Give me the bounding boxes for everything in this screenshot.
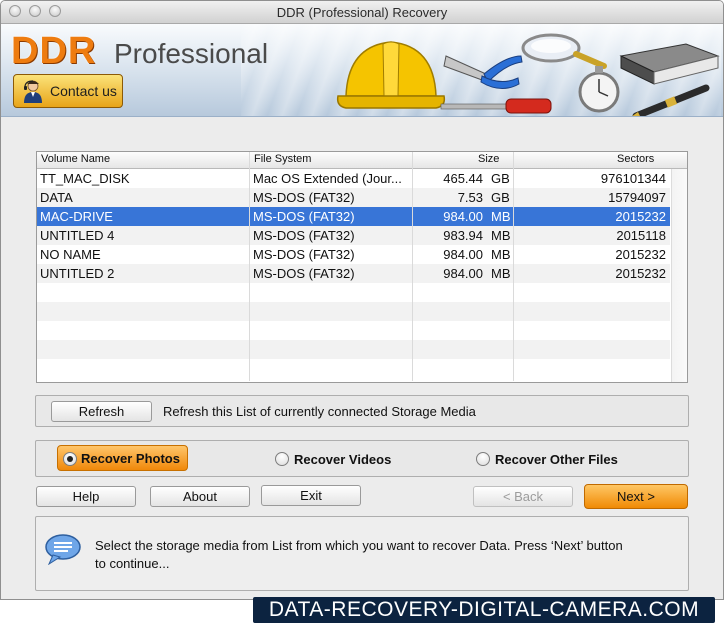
- cell-sectors: 976101344: [600, 171, 666, 186]
- option-recover-videos[interactable]: Recover Videos: [274, 451, 404, 469]
- screwdriver-icon: [440, 98, 552, 114]
- speech-bubble-icon: [44, 533, 82, 566]
- cell-size: 984.00: [443, 266, 483, 281]
- cell-sectors: 2015232: [615, 209, 666, 224]
- brand-logo: DDR: [11, 30, 97, 72]
- table-header: Volume Name File System Size Sectors: [37, 152, 687, 169]
- cell-sectors: 2015232: [615, 247, 666, 262]
- radio-recover-photos[interactable]: [63, 452, 77, 466]
- contact-us-button[interactable]: Contact us: [13, 74, 123, 108]
- cell-size: 984.00: [443, 209, 483, 224]
- radio-recover-videos[interactable]: [275, 452, 289, 466]
- recover-photos-label: Recover Photos: [81, 451, 180, 466]
- cell-sectors: 15794097: [608, 190, 666, 205]
- empty-row: [37, 283, 670, 302]
- support-person-icon: [22, 79, 44, 103]
- table-scrollbar[interactable]: [671, 169, 687, 382]
- empty-row: [37, 340, 670, 359]
- title-bar: DDR (Professional) Recovery: [1, 1, 723, 24]
- fountain-pen-icon: [632, 84, 710, 116]
- cell-volume-name: NO NAME: [40, 247, 101, 262]
- radio-recover-other-files[interactable]: [476, 452, 490, 466]
- contact-us-label: Contact us: [50, 83, 117, 99]
- cell-file-system: Mac OS Extended (Jour...: [253, 171, 402, 186]
- cell-file-system: MS-DOS (FAT32): [253, 190, 355, 205]
- table-row[interactable]: TT_MAC_DISK Mac OS Extended (Jour... 465…: [37, 169, 670, 188]
- cell-size: 983.94: [443, 228, 483, 243]
- recover-other-files-label: Recover Other Files: [495, 452, 618, 467]
- cell-file-system: MS-DOS (FAT32): [253, 247, 355, 262]
- next-button[interactable]: Next >: [584, 484, 688, 509]
- app-window: DDR (Professional) Recovery DDR Professi…: [0, 0, 724, 600]
- hard-hat-icon: [336, 41, 446, 109]
- cell-file-system: MS-DOS (FAT32): [253, 228, 355, 243]
- volume-table[interactable]: Volume Name File System Size Sectors TT_…: [36, 151, 688, 383]
- header-file-system[interactable]: File System: [254, 153, 311, 165]
- info-panel: Select the storage media from List from …: [35, 516, 689, 591]
- column-divider[interactable]: [513, 152, 514, 381]
- cell-size: 7.53: [457, 190, 483, 205]
- about-button[interactable]: About: [150, 486, 250, 507]
- pliers-icon: [443, 55, 523, 89]
- tools-illustration-icon: [336, 33, 720, 116]
- cell-file-system: MS-DOS (FAT32): [253, 266, 355, 281]
- stopwatch-icon: [578, 66, 620, 113]
- refresh-description: Refresh this List of currently connected…: [163, 404, 476, 419]
- table-row-selected[interactable]: MAC-DRIVE MS-DOS (FAT32) 984.00 MB 20152…: [37, 207, 670, 226]
- exit-button[interactable]: Exit: [261, 485, 361, 506]
- option-recover-other-files[interactable]: Recover Other Files: [475, 451, 635, 469]
- table-row[interactable]: UNTITLED 2 MS-DOS (FAT32) 984.00 MB 2015…: [37, 264, 670, 283]
- book-icon: [619, 43, 720, 85]
- table-row[interactable]: UNTITLED 4 MS-DOS (FAT32) 983.94 MB 2015…: [37, 226, 670, 245]
- cell-sectors: 2015118: [616, 228, 666, 243]
- empty-row: [37, 359, 670, 378]
- info-message-line-2: to continue...: [95, 556, 170, 571]
- cell-sectors: 2015232: [615, 266, 666, 281]
- website-watermark: DATA-RECOVERY-DIGITAL-CAMERA.COM: [253, 597, 715, 623]
- window-title: DDR (Professional) Recovery: [276, 5, 448, 20]
- recover-videos-label: Recover Videos: [294, 452, 392, 467]
- cell-volume-name: TT_MAC_DISK: [40, 171, 130, 186]
- header-sectors[interactable]: Sectors: [617, 153, 654, 165]
- refresh-panel: Refresh Refresh this List of currently c…: [35, 395, 689, 427]
- cell-size: 465.44: [443, 171, 483, 186]
- header-banner: DDR Professional Contact us: [1, 24, 723, 117]
- empty-row: [37, 321, 670, 340]
- cell-volume-name: UNTITLED 4: [40, 228, 115, 243]
- column-divider[interactable]: [249, 152, 250, 381]
- cell-size-unit: GB: [491, 190, 510, 205]
- cell-volume-name: UNTITLED 2: [40, 266, 115, 281]
- magnifier-icon: [521, 33, 607, 69]
- cell-volume-name: MAC-DRIVE: [40, 209, 113, 224]
- help-button[interactable]: Help: [36, 486, 136, 507]
- cell-size: 984.00: [443, 247, 483, 262]
- info-message-line-1: Select the storage media from List from …: [95, 538, 623, 553]
- cell-size-unit: MB: [491, 247, 511, 262]
- cell-file-system: MS-DOS (FAT32): [253, 209, 355, 224]
- table-row[interactable]: DATA MS-DOS (FAT32) 7.53 GB 15794097: [37, 188, 670, 207]
- empty-row: [37, 302, 670, 321]
- cell-volume-name: DATA: [40, 190, 73, 205]
- back-button[interactable]: < Back: [473, 486, 573, 507]
- refresh-button[interactable]: Refresh: [51, 401, 152, 422]
- cell-size-unit: MB: [491, 266, 511, 281]
- cell-size-unit: GB: [491, 171, 510, 186]
- table-row[interactable]: NO NAME MS-DOS (FAT32) 984.00 MB 2015232: [37, 245, 670, 264]
- header-size[interactable]: Size: [478, 153, 499, 165]
- column-divider[interactable]: [412, 152, 413, 381]
- option-recover-photos[interactable]: Recover Photos: [57, 445, 188, 471]
- cell-size-unit: MB: [491, 209, 511, 224]
- header-volume-name[interactable]: Volume Name: [41, 153, 110, 165]
- brand-edition: Professional: [114, 38, 269, 69]
- cell-size-unit: MB: [491, 228, 511, 243]
